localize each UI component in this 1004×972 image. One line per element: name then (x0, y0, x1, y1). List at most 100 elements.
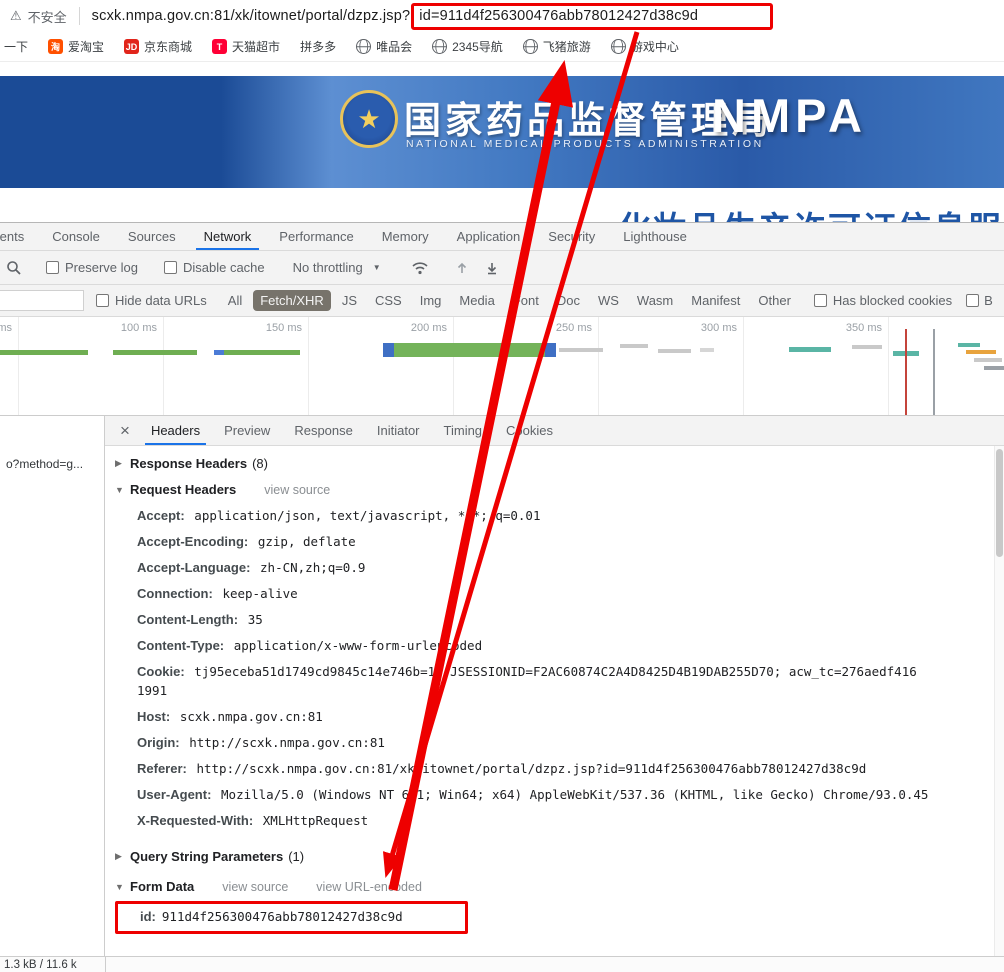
query-string-section[interactable]: ▶ Query String Parameters (1) (115, 843, 990, 869)
bookmark-label: 京东商城 (144, 40, 193, 54)
export-har-icon[interactable] (485, 261, 499, 275)
throttling-dropdown[interactable]: No throttling ▼ (293, 260, 381, 275)
request-headers-section[interactable]: ▼ Request Headers view source (115, 476, 990, 502)
timeline-gridline (163, 317, 164, 415)
filter-pill[interactable]: WS (591, 290, 626, 311)
filter-pill[interactable]: JS (335, 290, 364, 311)
bookmark-item[interactable]: 一下 (4, 38, 28, 55)
url-input[interactable]: scxk.nmpa.gov.cn:81/xk/itownet/portal/dz… (91, 2, 774, 30)
tab-console[interactable]: Console (38, 223, 114, 250)
headers-content: ▶ Response Headers (8) ▼ Request Headers… (105, 446, 994, 956)
filter-pill[interactable]: Wasm (630, 290, 680, 311)
security-label[interactable]: 不安全 (28, 7, 67, 26)
network-toolbar: Preserve log Disable cache No throttling… (0, 251, 1004, 285)
request-details-panel: × Headers Preview Response Initiator Timing C… (105, 416, 1004, 956)
timeline-gridline (743, 317, 744, 415)
header-row: Content-Type: application/x-www-form-url… (115, 632, 990, 658)
bookmark-item[interactable]: JD 京东商城 (124, 38, 192, 55)
view-source-link[interactable]: view source (264, 483, 330, 497)
timeline-request-bar (545, 343, 556, 357)
bookmark-item[interactable]: T 天猫超市 (212, 38, 280, 55)
scrollbar-thumb[interactable] (996, 449, 1003, 557)
request-list-item[interactable]: o?method=g... (0, 452, 104, 476)
timeline-gridline (308, 317, 309, 415)
bookmark-item[interactable]: 唯品会 (356, 38, 412, 55)
details-tab-preview[interactable]: Preview (212, 416, 282, 445)
url-id-param-highlight-box: id=911d4f256300476abb78012427d38c9d (411, 2, 774, 30)
details-tab-cookies[interactable]: Cookies (494, 416, 565, 445)
form-data-view-url-encoded-link[interactable]: view URL-encoded (316, 880, 422, 894)
timeline-request-bar (852, 345, 882, 349)
details-tab-headers[interactable]: Headers (139, 416, 212, 445)
header-value: http://scxk.nmpa.gov.cn:81 (189, 734, 385, 750)
not-secure-warning-icon[interactable]: ⚠ (10, 8, 22, 24)
bookmark-item[interactable]: 2345导航 (432, 38, 503, 55)
form-data-section[interactable]: ▼ Form Data view source view URL-encoded (115, 873, 990, 899)
details-tab-initiator[interactable]: Initiator (365, 416, 432, 445)
details-tab-timing[interactable]: Timing (432, 416, 495, 445)
blocked-requests-checkbox[interactable] (966, 294, 980, 307)
bookmark-label: 一下 (4, 40, 29, 54)
has-blocked-cookies-checkbox[interactable] (813, 294, 827, 307)
bookmark-item[interactable]: 游戏中心 (610, 38, 679, 55)
filter-input[interactable] (0, 290, 84, 311)
bookmark-label: 飞猪旅游 (542, 40, 591, 54)
header-row: Referer: http://scxk.nmpa.gov.cn:81/xk/i… (115, 755, 990, 781)
org-name-en: NATIONAL MEDICAL PRODUCTS ADMINISTRATION (406, 138, 764, 150)
header-row: Accept: application/json, text/javascrip… (115, 502, 990, 528)
tab-network[interactable]: Network (190, 223, 266, 250)
bookmark-item[interactable]: 拼多多 (300, 38, 336, 55)
details-scrollbar[interactable] (994, 446, 1004, 956)
bookmark-favicon-icon: JD (124, 39, 140, 54)
emblem-star-icon: ★ (357, 104, 381, 134)
bookmarks-bar: 一下 淘 爱淘宝 JD 京东商城 T 天猫超市 拼多多 唯品会 2345导航 飞… (0, 32, 1004, 62)
header-row: Cookie: tj95eceba51d1749cd9845c14e746b=1… (115, 658, 990, 703)
filter-pill[interactable]: Other (751, 290, 798, 311)
tab-lighthouse[interactable]: Lighthouse (609, 223, 701, 250)
search-icon[interactable] (6, 260, 22, 276)
filter-pill[interactable]: Fetch/XHR (253, 290, 331, 311)
triangle-collapsed-icon: ▶ (115, 458, 122, 468)
bookmark-item[interactable]: 淘 爱淘宝 (48, 38, 104, 55)
filter-pill[interactable]: All (221, 290, 249, 311)
hide-data-urls-checkbox[interactable] (96, 294, 109, 307)
timeline-request-bar (789, 347, 831, 352)
transfer-summary: 1.3 kB / 11.6 k (4, 959, 77, 971)
filter-pill[interactable]: Doc (550, 290, 587, 311)
header-name: Content-Type: (137, 637, 228, 653)
form-data-view-source-link[interactable]: view source (222, 880, 288, 894)
tab-memory[interactable]: Memory (368, 223, 443, 250)
bookmark-label: 拼多多 (300, 40, 337, 54)
tab-security[interactable]: Security (534, 223, 609, 250)
response-headers-count: (8) (252, 456, 268, 471)
header-name: User-Agent: (137, 786, 216, 802)
bookmark-item[interactable]: 飞猪旅游 (522, 38, 591, 55)
header-name: Cookie: (137, 663, 189, 679)
filter-pill[interactable]: CSS (368, 290, 409, 311)
filter-pill[interactable]: Media (452, 290, 501, 311)
import-har-icon[interactable] (455, 261, 469, 275)
details-tab-response[interactable]: Response (282, 416, 365, 445)
tab-performance[interactable]: Performance (265, 223, 367, 250)
url-prefix: scxk.nmpa.gov.cn:81/xk/itownet/portal/dz… (91, 7, 411, 24)
preserve-log-checkbox[interactable] (46, 261, 59, 274)
timeline-overview[interactable]: ms 100 ms 150 ms 200 ms 250 ms 300 ms 350 ms (0, 317, 1004, 416)
header-name: Accept: (137, 507, 189, 523)
timeline-request-bar (559, 348, 603, 352)
timeline-request-bar (113, 350, 197, 355)
response-headers-section[interactable]: ▶ Response Headers (8) (115, 450, 990, 476)
tab-application[interactable]: Application (443, 223, 535, 250)
close-icon[interactable]: × (111, 421, 139, 441)
header-value: zh-CN,zh;q=0.9 (260, 559, 366, 575)
network-conditions-wifi-icon[interactable] (411, 261, 429, 275)
network-main-split: o?method=g... × Headers Preview Response In… (0, 416, 1004, 956)
tab-elements[interactable]: Elements (0, 223, 38, 250)
filter-pill[interactable]: Img (413, 290, 449, 311)
tab-sources[interactable]: Sources (114, 223, 190, 250)
filter-pill[interactable]: Font (506, 290, 546, 311)
filter-pill[interactable]: Manifest (684, 290, 747, 311)
disable-cache-checkbox[interactable] (163, 261, 177, 274)
page-title-strip: 化妆品生产许可证信息服务平台 (0, 188, 1004, 222)
header-value: Mozilla/5.0 (Windows NT 6.1; Win64; x64)… (221, 786, 929, 802)
header-row: Accept-Encoding: gzip, deflate (115, 528, 990, 554)
